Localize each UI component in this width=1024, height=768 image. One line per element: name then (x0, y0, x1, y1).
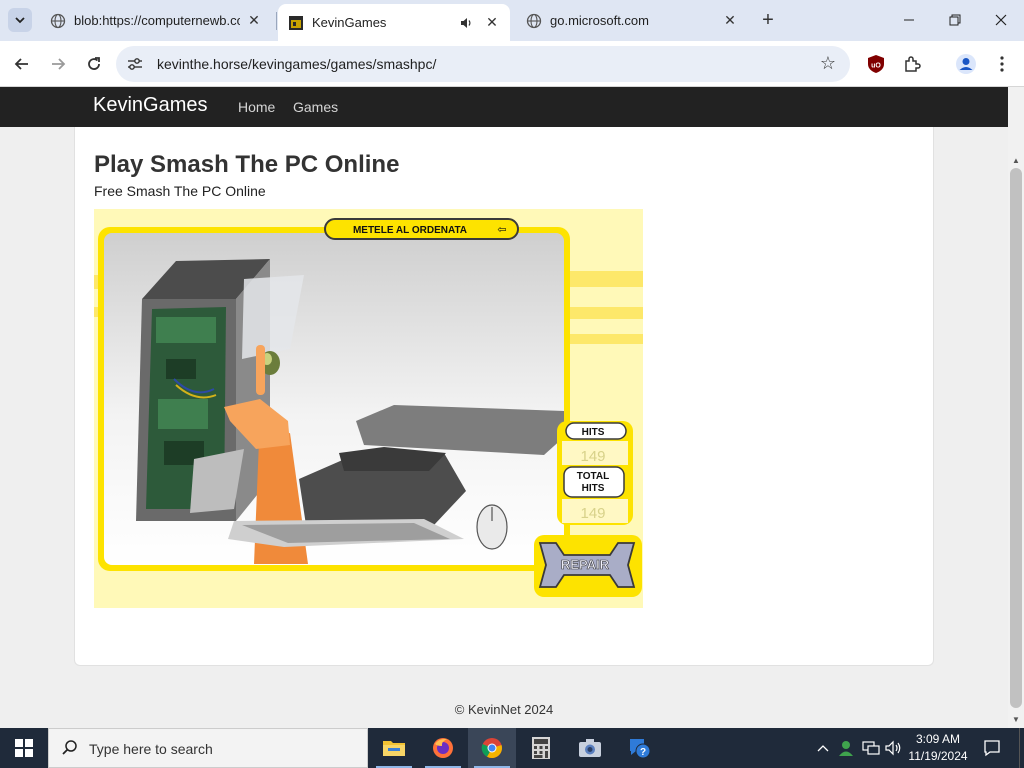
network-icon[interactable] (861, 738, 881, 758)
page-subtitle: Free Smash The PC Online (94, 183, 266, 199)
chrome-app[interactable] (468, 728, 516, 768)
game-canvas[interactable]: METELE AL ORDENATA ⇦ HITS 149 TOTAL HITS… (94, 209, 643, 608)
tab-search-button[interactable] (8, 8, 32, 32)
page-footer: © KevinNet 2024 (454, 702, 554, 717)
scroll-down-arrow-icon[interactable]: ▼ (1008, 712, 1024, 726)
camera-icon (579, 739, 601, 757)
firefox-app[interactable] (419, 728, 467, 768)
nav-link-home[interactable]: Home (238, 99, 275, 115)
arrow-icon: ⇦ (497, 224, 506, 236)
repair-button[interactable]: REPAIR (534, 535, 642, 597)
page-title: Play Smash The PC Online (94, 151, 400, 178)
site-info-icon[interactable] (126, 55, 144, 73)
scrollbar-thumb[interactable] (1010, 168, 1022, 708)
notification-icon (984, 740, 1000, 757)
calculator-icon (532, 737, 550, 759)
svg-text:uO: uO (871, 63, 881, 70)
calculator-app[interactable] (517, 728, 565, 768)
browser-tab-strip: blob:https://computernewb.com ✕ KevinGam… (0, 0, 1024, 41)
nav-link-games[interactable]: Games (293, 99, 338, 115)
camera-app[interactable] (566, 728, 614, 768)
taskbar-search-input[interactable]: Type here to search (48, 728, 368, 768)
extensions-puzzle-icon[interactable] (899, 51, 925, 77)
address-bar[interactable]: kevinthe.horse/kevingames/games/smashpc/… (116, 46, 850, 82)
close-window-button[interactable] (978, 0, 1024, 40)
tab-computernewb[interactable]: blob:https://computernewb.com ✕ (40, 4, 272, 37)
site-navbar: KevinGames Home Games (0, 87, 1008, 127)
arrow-right-icon (52, 58, 66, 70)
restore-button[interactable] (932, 0, 978, 40)
show-hidden-icons-chevron-icon[interactable] (813, 738, 833, 758)
close-icon (995, 14, 1007, 26)
clock-time: 3:09 AM (915, 732, 961, 746)
close-icon[interactable]: ✕ (722, 12, 738, 29)
clock-date: 11/19/2024 (908, 749, 968, 763)
windows-logo-icon (15, 739, 33, 757)
close-icon[interactable]: ✕ (484, 14, 500, 31)
forward-button[interactable] (44, 50, 72, 78)
reload-button[interactable] (80, 50, 108, 78)
tab-title: KevinGames (312, 15, 387, 30)
tab-title: go.microsoft.com (550, 13, 649, 28)
globe-icon (526, 13, 542, 29)
volume-icon[interactable] (884, 738, 904, 758)
folder-icon (383, 741, 405, 756)
hits-label: HITS (582, 427, 605, 438)
ublock-extension-icon[interactable]: uO (863, 51, 889, 77)
total-hits-label-line1: TOTAL (577, 471, 609, 482)
file-explorer-app[interactable] (370, 728, 418, 768)
search-icon (61, 739, 79, 762)
bookmark-star-icon[interactable]: ☆ (820, 53, 836, 74)
chrome-icon (481, 738, 502, 759)
search-placeholder: Type here to search (89, 741, 213, 757)
firefox-icon (433, 738, 453, 758)
tab-title: blob:https://computernewb.com (74, 13, 240, 28)
game-banner: METELE AL ORDENATA (353, 225, 467, 236)
kebab-menu-icon[interactable] (989, 51, 1015, 77)
reload-icon (88, 57, 100, 70)
minimize-button[interactable] (886, 0, 932, 40)
windows-taskbar: Type here to search ? 3:09 AM 11/19/2024 (0, 728, 1024, 768)
svg-text:?: ? (640, 747, 646, 758)
site-brand[interactable]: KevinGames (93, 94, 208, 117)
notification-center-button[interactable] (980, 736, 1004, 760)
new-tab-button[interactable]: + (756, 8, 780, 32)
show-desktop-button[interactable] (1019, 728, 1024, 768)
tab-kevingames[interactable]: KevinGames ✕ (278, 4, 510, 41)
kevingames-favicon-icon (288, 15, 304, 31)
speaker-icon[interactable] (458, 15, 474, 31)
back-button[interactable] (8, 50, 36, 78)
total-hits-value: 149 (580, 505, 605, 522)
get-help-app[interactable]: ? (615, 728, 663, 768)
restore-icon (949, 14, 961, 26)
browser-toolbar: kevinthe.horse/kevingames/games/smashpc/… (0, 41, 1024, 87)
user-status-icon[interactable] (836, 738, 856, 758)
hits-panel: HITS 149 TOTAL HITS 149 (557, 421, 633, 525)
arrow-left-icon (14, 58, 28, 70)
start-button[interactable] (0, 728, 48, 768)
tab-divider (276, 12, 277, 30)
total-hits-label-line2: HITS (582, 483, 605, 494)
help-icon: ? (630, 739, 651, 759)
hits-value: 149 (580, 448, 605, 465)
repair-label: REPAIR (561, 557, 610, 572)
profile-avatar-icon[interactable] (953, 51, 979, 77)
close-icon[interactable]: ✕ (246, 12, 262, 29)
chevron-down-icon (15, 17, 25, 24)
globe-icon (50, 13, 66, 29)
taskbar-clock[interactable]: 3:09 AM 11/19/2024 (902, 731, 974, 765)
minimize-icon (904, 19, 914, 21)
scroll-up-arrow-icon[interactable]: ▲ (1008, 153, 1024, 167)
tab-go-microsoft[interactable]: go.microsoft.com ✕ (516, 4, 748, 37)
url-text[interactable]: kevinthe.horse/kevingames/games/smashpc/ (157, 56, 436, 72)
